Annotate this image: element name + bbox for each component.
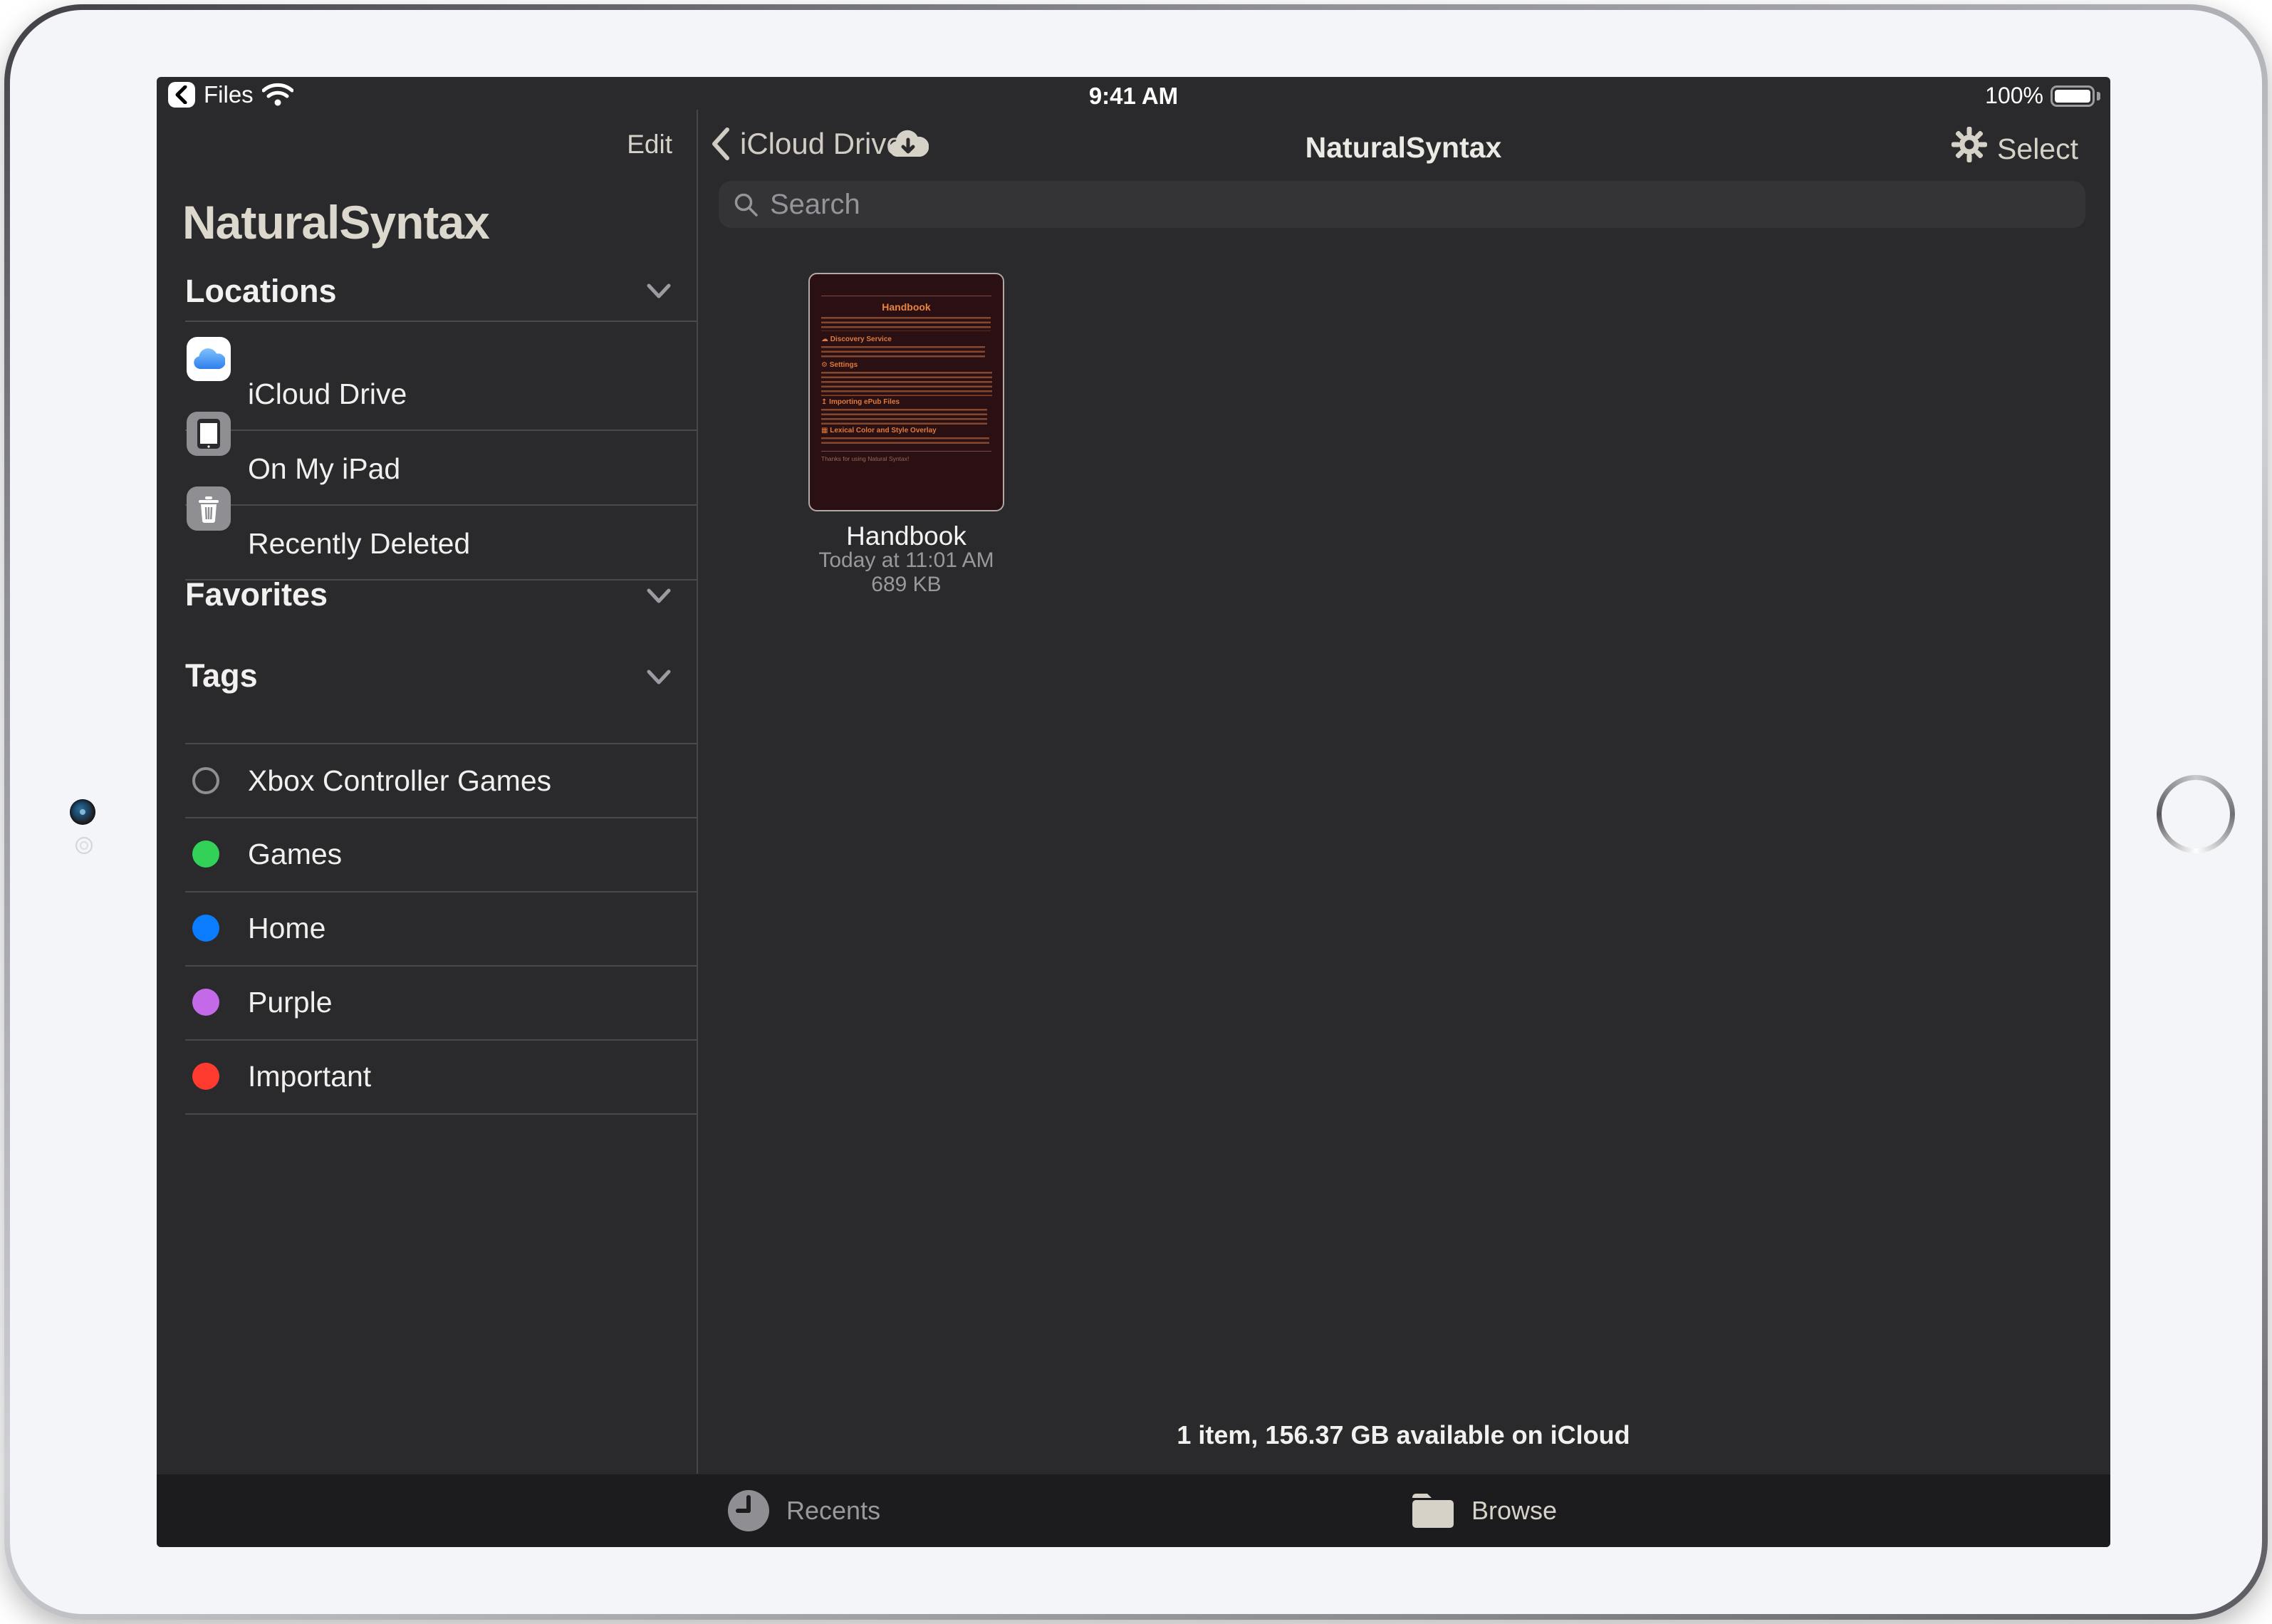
tab-label: Browse [1471,1496,1557,1526]
sidebar: Edit NaturalSyntax Locations iCloud Driv… [157,110,697,1474]
thumb-footer: Thanks for using Natural Syntax! [821,455,909,462]
divider [185,430,697,431]
trash-icon [187,486,231,531]
tag-label: Purple [248,986,333,1019]
chevron-down-icon[interactable] [647,588,671,604]
sidebar-item-label: iCloud Drive [248,378,407,411]
ipad-icon [187,412,231,456]
thumb-heading: ☁ Discovery Service [821,335,892,343]
page-title: NaturalSyntax [697,131,2110,165]
camera-lens-glint [80,809,85,815]
folder-icon [1410,1492,1456,1530]
gear-glyph: ⚙ [821,361,828,369]
grid-glyph: ▦ [821,427,828,434]
tab-bar: Recents Browse [157,1474,2110,1547]
thumb-paragraph [821,346,985,358]
tag-circle-icon [192,840,219,868]
search-bar[interactable] [719,181,2085,228]
chevron-down-icon[interactable] [647,670,671,685]
thumb-rule [821,451,991,452]
cloud-glyph: ☁ [821,335,828,343]
status-bar: Files 9:41 AM 100% [157,77,2110,110]
clock-icon [726,1489,771,1533]
tag-circle-icon [192,915,219,942]
thumb-paragraph [821,409,987,425]
locations-section-header[interactable]: Locations [185,273,337,310]
file-name: Handbook [808,521,1004,551]
divider [185,965,697,967]
tag-label: Important [248,1060,371,1093]
file-modified-date: Today at 11:01 AM [766,548,1047,573]
thumb-paragraph [821,372,992,396]
tag-circle-icon [192,1063,219,1090]
home-button-face [2162,780,2230,848]
battery-nub [2097,92,2100,100]
ambient-light-sensor [75,837,93,854]
upload-glyph: ↥ [821,398,827,406]
thumb-paragraph [821,437,989,446]
divider [185,504,697,506]
tag-circle-icon [192,767,219,794]
tag-label: Xbox Controller Games [248,764,551,798]
divider [185,321,697,322]
thumb-title: Handbook [810,301,1003,313]
tab-label: Recents [786,1496,880,1526]
divider [185,1039,697,1041]
divider [185,891,697,892]
thumb-paragraph [821,317,991,331]
sidebar-item-label: On My iPad [248,452,400,486]
edit-button[interactable]: Edit [627,130,672,160]
select-button[interactable]: Select [1997,132,2078,166]
tab-recents[interactable]: Recents [726,1474,897,1547]
sidebar-app-title: NaturalSyntax [182,195,489,249]
tag-label: Home [248,912,325,945]
thumb-heading: ⚙ Settings [821,361,858,369]
favorites-section-header[interactable]: Favorites [185,576,328,613]
sidebar-divider [697,110,698,1474]
tab-browse[interactable]: Browse [1410,1474,1581,1547]
divider [185,743,697,744]
home-button[interactable] [2157,775,2235,853]
thumb-heading: ↥ Importing ePub Files [821,398,900,406]
chevron-down-icon[interactable] [647,283,671,299]
sidebar-item-label: Recently Deleted [248,527,470,561]
search-icon [733,192,759,217]
storage-summary: 1 item, 156.37 GB available on iCloud [697,1420,2110,1450]
battery-icon [2050,85,2095,107]
status-time: 9:41 AM [157,83,2110,110]
divider [185,817,697,818]
thumb-heading: ▦ Lexical Color and Style Overlay [821,427,937,434]
tags-section-header[interactable]: Tags [185,657,258,694]
file-size: 689 KB [766,573,1047,597]
divider [185,1113,697,1115]
tag-label: Games [248,838,342,871]
tag-circle-icon [192,989,219,1016]
search-input[interactable] [768,188,1982,222]
icloud-drive-icon [187,337,231,381]
file-tile-handbook[interactable]: Handbook ☁ Discovery Service ⚙ Settings … [808,273,1004,511]
settings-gear-icon[interactable] [1951,127,1987,166]
battery-percent: 100% [1985,83,2043,109]
files-app-screen: Files 9:41 AM 100% Edit NaturalSyntax Lo… [157,77,2110,1547]
